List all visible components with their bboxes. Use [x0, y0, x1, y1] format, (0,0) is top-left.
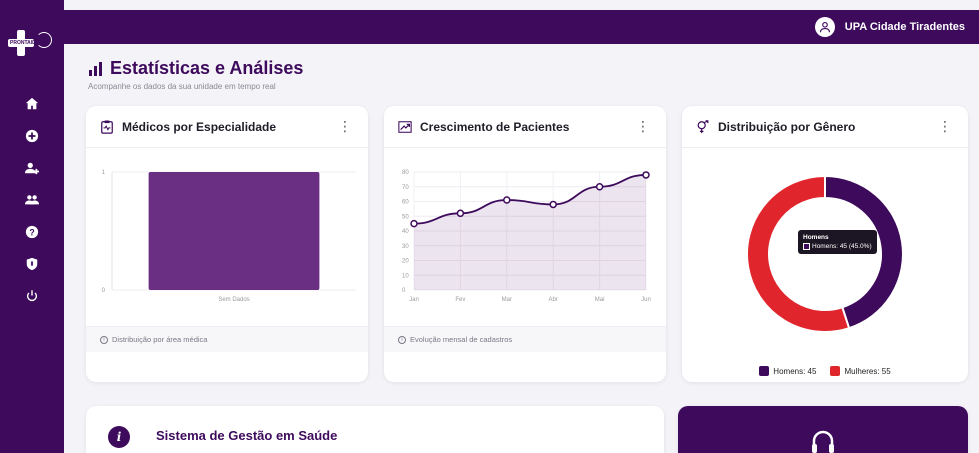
home-icon [25, 97, 39, 110]
card-title: Médicos por Especialidade [122, 119, 277, 134]
more-menu-icon[interactable]: ⋮ [938, 119, 952, 133]
x-tick-label: Jan [409, 297, 419, 303]
data-point [595, 183, 604, 191]
tooltip-title: Homens [803, 234, 829, 241]
card-title: Distribuição por Gênero [718, 119, 856, 134]
gender-icon [697, 119, 709, 133]
svg-text:?: ? [29, 228, 34, 238]
card-header: Crescimento de Pacientes [384, 106, 666, 148]
card-crescimento: Crescimento de Pacientes ⋮ 0 10 20 30 40 50 60… [384, 106, 666, 382]
tooltip-row: Homens: 45 (45.0%) [803, 243, 872, 250]
y-tick-label: 50 [402, 214, 409, 220]
help-icon: ? [25, 225, 39, 239]
top-bar: UPA Cidade Tiradentes [64, 10, 979, 44]
x-tick-label: Mai [595, 297, 605, 303]
sidebar-nav: ? [0, 88, 64, 312]
card-footer-text: Evolução mensal de cadastros [410, 335, 513, 344]
legend-swatch [830, 366, 841, 376]
trend-up-icon [398, 120, 412, 133]
area-fill [414, 174, 646, 290]
headset-icon [812, 430, 834, 453]
more-menu-icon[interactable]: ⋮ [636, 119, 650, 133]
info-icon: i [398, 335, 406, 344]
card-medicos: Médicos por Especialidade ⋮ 0 1 Sem Dados … [86, 106, 368, 382]
user-icon [819, 21, 830, 33]
bar-chart-icon [89, 61, 102, 76]
user-menu[interactable]: UPA Cidade Tiradentes [814, 17, 965, 37]
info-icon: i [108, 426, 130, 448]
card-info: i Sistema de Gestão em Saúde [86, 406, 664, 453]
sidebar-item-help[interactable]: ? [0, 216, 64, 248]
y-tick-label: 60 [402, 200, 409, 206]
sidebar-item-user-add[interactable] [0, 152, 64, 184]
sidebar-item-home[interactable] [0, 88, 64, 120]
y-tick-label: 30 [402, 244, 409, 250]
data-point [410, 219, 418, 228]
tooltip-swatch [803, 243, 810, 250]
user-name: UPA Cidade Tiradentes [844, 21, 965, 33]
user-add-icon [25, 162, 39, 175]
y-tick-label: 0 [102, 288, 106, 294]
card-header: Médicos por Especialidade [86, 106, 368, 148]
chart-medicos: 0 1 Sem Dados [102, 170, 356, 303]
bar [148, 172, 320, 290]
y-tick-label: 20 [402, 259, 409, 265]
app-logo[interactable]: PRONTAID [8, 30, 56, 56]
page-header: Estatísticas e Análises Acompanhe os dad… [88, 58, 303, 91]
sidebar-item-logout[interactable] [0, 280, 64, 312]
page-title-row: Estatísticas e Análises [88, 58, 303, 79]
x-tick-label: Jun [641, 297, 651, 303]
legend-label: Mulheres: 55 [844, 366, 891, 376]
logo-text: PRONTAID [10, 40, 36, 46]
page-title: Estatísticas e Análises [110, 58, 304, 78]
sidebar-item-add[interactable] [0, 120, 64, 152]
card-support[interactable] [678, 406, 968, 453]
card-footer: i Distribuição por área médica [86, 326, 368, 352]
legend-item-homens[interactable]: Homens: 45 [759, 366, 816, 376]
avatar[interactable] [814, 17, 835, 37]
info-title: Sistema de Gestão em Saúde [156, 428, 338, 443]
card-header: Distribuição por Gênero [682, 106, 968, 148]
y-tick-label: 1 [102, 170, 106, 176]
legend-label: Homens: 45 [773, 366, 817, 376]
users-icon [25, 195, 39, 205]
tooltip-text: Homens: 45 (45.0%) [812, 243, 872, 250]
x-tick-label: Fev [455, 297, 465, 303]
data-point [456, 209, 465, 218]
data-point [549, 200, 557, 209]
chart-legend: Homens: 45 Mulheres: 55 [682, 366, 968, 376]
stethoscope-icon [36, 32, 52, 48]
medical-clipboard-icon [101, 119, 113, 134]
data-point [642, 171, 650, 179]
y-tick-label: 70 [402, 185, 409, 191]
power-icon [26, 290, 38, 302]
page-subtitle: Acompanhe os dados da sua unidade em tem… [88, 82, 276, 91]
data-point [503, 196, 511, 204]
info-icon: i [100, 335, 108, 344]
chart-crescimento: 0 10 20 30 40 50 60 70 80 Jan Fev Mar Abr Mai Jun [402, 170, 651, 303]
x-tick-label: Mar [502, 297, 512, 303]
sidebar: PRONTAID ? [0, 0, 64, 453]
sidebar-item-security[interactable] [0, 248, 64, 280]
chart-tooltip: Homens Homens: 45 (45.0%) [798, 230, 877, 254]
legend-swatch [759, 366, 770, 376]
legend-item-mulheres[interactable]: Mulheres: 55 [830, 366, 891, 376]
x-tick-label: Abr [549, 297, 558, 303]
sidebar-item-users[interactable] [0, 184, 64, 216]
shield-icon [26, 257, 38, 271]
card-footer-text: Distribuição por área médica [112, 335, 208, 344]
y-tick-label: 40 [402, 229, 409, 235]
y-tick-label: 0 [402, 288, 406, 294]
y-tick-label: 80 [402, 170, 409, 176]
card-footer: i Evolução mensal de cadastros [384, 326, 666, 352]
add-icon [25, 129, 39, 143]
card-title: Crescimento de Pacientes [420, 119, 570, 134]
card-genero: Distribuição por Gênero ⋮ Homens Homens:… [682, 106, 968, 382]
x-tick-label: Sem Dados [218, 297, 249, 303]
more-menu-icon[interactable]: ⋮ [338, 119, 352, 133]
y-tick-label: 10 [402, 273, 409, 279]
